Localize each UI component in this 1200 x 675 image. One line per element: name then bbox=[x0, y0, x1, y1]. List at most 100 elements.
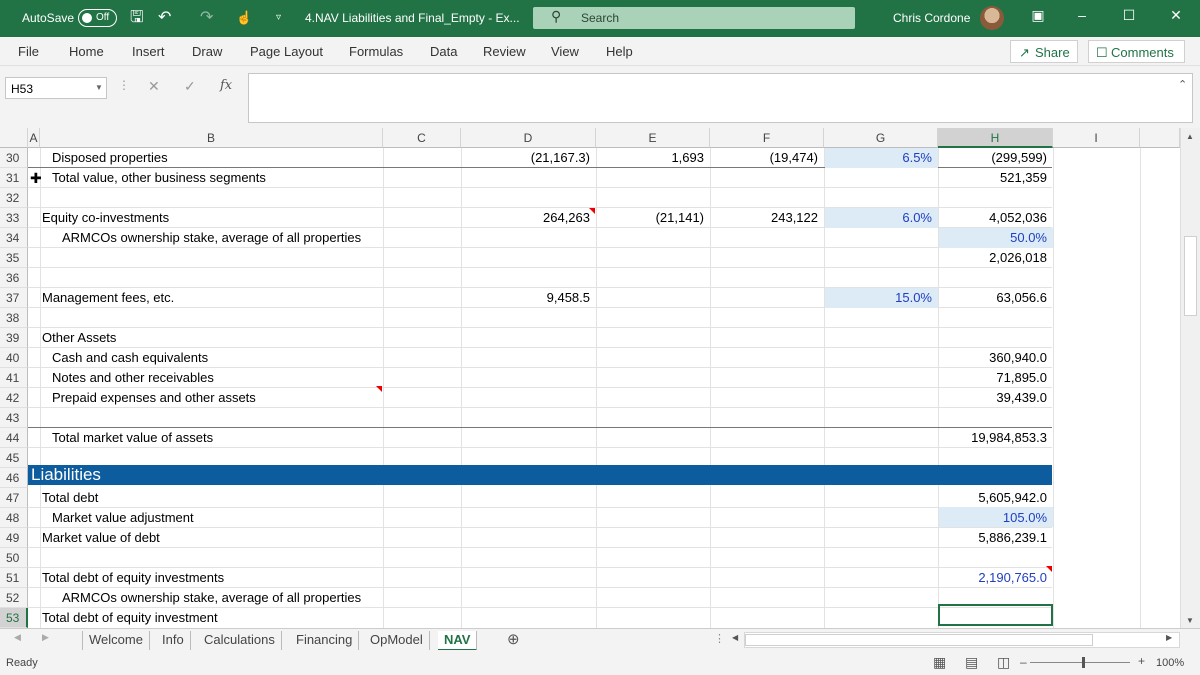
prev-sheet-icon[interactable]: ◀ bbox=[14, 632, 21, 643]
cell-b48[interactable]: Market value adjustment bbox=[52, 508, 194, 528]
close-icon[interactable]: ✕ bbox=[1164, 7, 1188, 24]
row-header[interactable]: 31 bbox=[0, 168, 28, 188]
share-button[interactable]: ↗ Share bbox=[1010, 40, 1078, 63]
zoom-slider[interactable] bbox=[1030, 657, 1130, 668]
tab-insert[interactable]: Insert bbox=[132, 44, 165, 59]
horizontal-scrollbar[interactable] bbox=[744, 632, 1180, 648]
sheet-tab-nav[interactable]: NAV bbox=[438, 631, 478, 651]
cell-g37[interactable]: 15.0% bbox=[824, 288, 938, 308]
cell-b47[interactable]: Total debt bbox=[42, 488, 98, 508]
cell-h40[interactable]: 360,940.0 bbox=[938, 348, 1053, 368]
select-all-corner[interactable] bbox=[0, 128, 28, 148]
column-header-b[interactable]: B bbox=[40, 128, 383, 148]
column-header-e[interactable]: E bbox=[596, 128, 710, 148]
column-header-c[interactable]: C bbox=[383, 128, 461, 148]
scroll-left-icon[interactable]: ◀ bbox=[732, 633, 738, 642]
enter-icon[interactable]: ✓ bbox=[184, 78, 196, 95]
row-header[interactable]: 52 bbox=[0, 588, 28, 608]
maximize-icon[interactable]: ☐ bbox=[1117, 7, 1141, 24]
row-header[interactable]: 42 bbox=[0, 388, 28, 408]
row-header[interactable]: 35 bbox=[0, 248, 28, 268]
tab-view[interactable]: View bbox=[551, 44, 579, 59]
spreadsheet-grid[interactable]: A B C D E F G H I 30 31 32 33 34 35 36 3… bbox=[0, 128, 1200, 628]
zoom-level[interactable]: 100% bbox=[1156, 657, 1184, 669]
undo-icon[interactable]: ↶ bbox=[158, 8, 171, 28]
minimize-icon[interactable]: – bbox=[1070, 7, 1094, 23]
row-header[interactable]: 40 bbox=[0, 348, 28, 368]
horizontal-scroll-thumb[interactable] bbox=[745, 634, 1093, 646]
row-header[interactable]: 37 bbox=[0, 288, 28, 308]
cell-b44[interactable]: Total market value of assets bbox=[52, 428, 213, 448]
customize-qat-icon[interactable]: ▿ bbox=[276, 8, 281, 28]
cell-e33[interactable]: (21,141) bbox=[596, 208, 710, 228]
cell-b34[interactable]: ARMCOs ownership stake, average of all p… bbox=[62, 228, 361, 248]
row-header[interactable]: 36 bbox=[0, 268, 28, 288]
page-layout-view-icon[interactable]: ▤ bbox=[965, 654, 978, 671]
row-header[interactable]: 53 bbox=[0, 608, 28, 628]
zoom-out-icon[interactable]: – bbox=[1020, 655, 1027, 669]
tab-file[interactable]: File bbox=[18, 44, 39, 59]
scroll-right-icon[interactable]: ▶ bbox=[1166, 633, 1172, 642]
cell-b49[interactable]: Market value of debt bbox=[42, 528, 160, 548]
cell-b52[interactable]: ARMCOs ownership stake, average of all p… bbox=[62, 588, 361, 608]
sheet-tab-info[interactable]: Info bbox=[156, 631, 191, 651]
row-header[interactable]: 44 bbox=[0, 428, 28, 448]
cell-b40[interactable]: Cash and cash equivalents bbox=[52, 348, 208, 368]
normal-view-icon[interactable]: ▦ bbox=[933, 654, 946, 671]
avatar[interactable] bbox=[980, 6, 1004, 30]
cell-h51[interactable]: 2,190,765.0 bbox=[938, 568, 1053, 588]
zoom-slider-knob[interactable] bbox=[1082, 657, 1085, 668]
vertical-scrollbar[interactable]: ▲ ▼ bbox=[1180, 128, 1200, 628]
row-header[interactable]: 30 bbox=[0, 148, 28, 168]
tab-page-layout[interactable]: Page Layout bbox=[250, 44, 323, 59]
cell-h35[interactable]: 2,026,018 bbox=[938, 248, 1053, 268]
cell-b30[interactable]: Disposed properties bbox=[52, 148, 168, 168]
scroll-up-icon[interactable]: ▲ bbox=[1186, 132, 1194, 141]
cell-h49[interactable]: 5,886,239.1 bbox=[938, 528, 1053, 548]
scroll-thumb[interactable] bbox=[1184, 236, 1197, 316]
row-header[interactable]: 50 bbox=[0, 548, 28, 568]
save-icon[interactable]: 🖫 bbox=[130, 8, 144, 28]
ribbon-display-icon[interactable]: ▣ bbox=[1026, 7, 1050, 24]
add-sheet-icon[interactable]: ⊕ bbox=[507, 630, 520, 648]
user-name[interactable]: Chris Cordone bbox=[893, 11, 970, 25]
sheet-tab-financing[interactable]: Financing bbox=[290, 631, 360, 651]
tab-draw[interactable]: Draw bbox=[192, 44, 222, 59]
comments-button[interactable]: ☐ Comments bbox=[1088, 40, 1185, 63]
insert-function-icon[interactable]: fx bbox=[220, 78, 232, 93]
tab-review[interactable]: Review bbox=[483, 44, 526, 59]
cell-h31[interactable]: 521,359 bbox=[938, 168, 1053, 188]
tab-help[interactable]: Help bbox=[606, 44, 633, 59]
cancel-icon[interactable]: ✕ bbox=[148, 78, 160, 95]
scroll-down-icon[interactable]: ▼ bbox=[1186, 616, 1194, 625]
column-header-g[interactable]: G bbox=[824, 128, 938, 148]
column-header-d[interactable]: D bbox=[461, 128, 596, 148]
page-break-view-icon[interactable]: ◫ bbox=[997, 654, 1010, 671]
cell-b53[interactable]: Total debt of equity investment bbox=[42, 608, 218, 628]
row-header[interactable]: 47 bbox=[0, 488, 28, 508]
column-header-a[interactable]: A bbox=[28, 128, 40, 148]
row-header[interactable]: 38 bbox=[0, 308, 28, 328]
cell-h48[interactable]: 105.0% bbox=[938, 508, 1053, 528]
column-header-h[interactable]: H bbox=[938, 128, 1053, 148]
cell-b31[interactable]: Total value, other business segments bbox=[52, 168, 266, 188]
cell-h34[interactable]: 50.0% bbox=[938, 228, 1053, 248]
liabilities-section-header[interactable]: Liabilities bbox=[28, 465, 1052, 485]
redo-icon[interactable]: ↷ bbox=[200, 8, 213, 28]
cell-h30[interactable]: (299,599) bbox=[938, 148, 1053, 168]
comment-indicator[interactable] bbox=[376, 386, 382, 392]
cell-b42[interactable]: Prepaid expenses and other assets bbox=[52, 388, 256, 408]
cell-b41[interactable]: Notes and other receivables bbox=[52, 368, 214, 388]
search-box[interactable]: ⚲ Search bbox=[533, 7, 855, 29]
row-header[interactable]: 34 bbox=[0, 228, 28, 248]
sheet-tab-opmodel[interactable]: OpModel bbox=[364, 631, 430, 651]
name-box[interactable]: H53 ▼ bbox=[5, 77, 107, 99]
row-header[interactable]: 33 bbox=[0, 208, 28, 228]
cell-f30[interactable]: (19,474) bbox=[710, 148, 824, 168]
cell-d37[interactable]: 9,458.5 bbox=[461, 288, 596, 308]
sheet-tab-calculations[interactable]: Calculations bbox=[198, 631, 282, 651]
chevron-down-icon[interactable]: ▼ bbox=[95, 83, 103, 92]
cell-g30[interactable]: 6.5% bbox=[824, 148, 938, 168]
tab-data[interactable]: Data bbox=[430, 44, 457, 59]
cell-h41[interactable]: 71,895.0 bbox=[938, 368, 1053, 388]
